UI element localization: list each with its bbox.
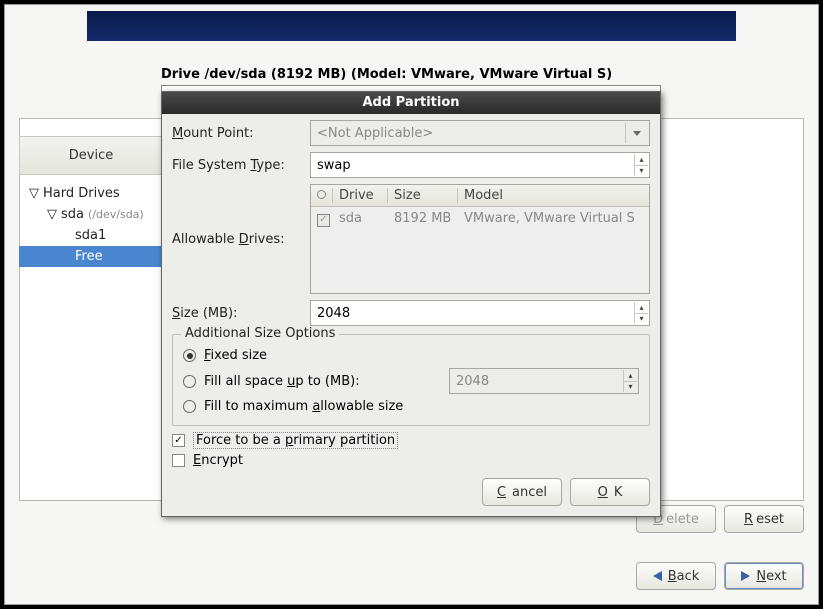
mount-point-combo: <Not Applicable> xyxy=(310,120,650,146)
fill-upto-input: 2048 ▴▾ xyxy=(449,368,639,394)
drives-col-drive[interactable]: Drive xyxy=(333,188,388,203)
checkbox-icon[interactable] xyxy=(172,454,185,467)
tree-sda1[interactable]: sda1 xyxy=(19,225,167,246)
radio-fill-upto[interactable]: Fill all space up to (MB): 2048 ▴▾ xyxy=(183,368,639,394)
fs-type-combo[interactable]: swap ▴▾ xyxy=(310,152,650,178)
panel-footer-buttons: Delete Reset xyxy=(636,505,804,533)
radio-icon[interactable] xyxy=(183,375,196,388)
arrow-left-icon xyxy=(653,571,662,581)
radio-fill-max[interactable]: Fill to maximum allowable size xyxy=(183,399,639,414)
installer-window: Drive /dev/sda (8192 MB) (Model: VMware,… xyxy=(4,4,819,605)
drives-col-model[interactable]: Model xyxy=(458,188,649,203)
arrow-right-icon xyxy=(741,571,750,581)
size-options-group: Additional Size Options Fixed size Fill … xyxy=(172,334,650,426)
tree-hard-drives[interactable]: ▽ Hard Drives xyxy=(19,183,167,204)
allowable-drives-label: Allowable Drives: xyxy=(172,232,302,247)
tree-twisty-icon[interactable]: ▽ xyxy=(29,186,39,201)
dialog-title: Add Partition xyxy=(162,92,660,114)
combo-updown-icon[interactable]: ▴▾ xyxy=(634,154,648,176)
cancel-button[interactable]: Cancel xyxy=(482,478,562,506)
device-column-header[interactable]: Device xyxy=(19,136,163,175)
tree-twisty-icon[interactable]: ▽ xyxy=(47,207,57,222)
allowable-drives-list[interactable]: Drive Size Model ✓ sda 8192 MB VMware, V… xyxy=(310,184,650,294)
radio-icon[interactable] xyxy=(183,400,196,413)
size-label: Size (MB): xyxy=(172,306,302,321)
next-button[interactable]: Next xyxy=(724,562,804,590)
ok-button[interactable]: OK xyxy=(570,478,650,506)
table-row[interactable]: ✓ sda 8192 MB VMware, VMware Virtual S xyxy=(311,207,649,231)
reset-button[interactable]: Reset xyxy=(724,505,804,533)
spinner-updown-icon[interactable]: ▴▾ xyxy=(634,302,648,324)
chevron-down-icon xyxy=(625,123,647,143)
size-input[interactable]: 2048 ▴▾ xyxy=(310,300,650,326)
drives-col-size[interactable]: Size xyxy=(388,188,458,203)
encrypt-checkbox[interactable]: Encrypt xyxy=(172,453,650,468)
wizard-nav: Back Next xyxy=(636,562,804,590)
drives-header-row: Drive Size Model xyxy=(311,185,649,207)
checkbox-icon[interactable]: ✓ xyxy=(172,434,185,447)
drive-checkbox: ✓ xyxy=(317,214,330,227)
spinner-updown-icon: ▴▾ xyxy=(623,370,637,392)
force-primary-checkbox[interactable]: ✓ Force to be a primary partition xyxy=(172,432,650,449)
radio-fixed-size[interactable]: Fixed size xyxy=(183,348,639,363)
drives-col-check[interactable] xyxy=(311,188,333,203)
tree-sda[interactable]: ▽ sda (/dev/sda) xyxy=(19,204,167,225)
back-button[interactable]: Back xyxy=(636,562,716,590)
drive-summary-label: Drive /dev/sda (8192 MB) (Model: VMware,… xyxy=(161,67,612,82)
fs-type-label: File System Type: xyxy=(172,158,302,173)
add-partition-dialog: Add Partition Mount Point: <Not Applicab… xyxy=(161,91,661,517)
radio-icon[interactable] xyxy=(183,349,196,362)
mount-point-label: Mount Point: xyxy=(172,126,302,141)
header-banner xyxy=(87,11,736,41)
tree-free[interactable]: Free xyxy=(19,246,167,267)
size-options-title: Additional Size Options xyxy=(181,326,339,341)
device-tree[interactable]: ▽ Hard Drives ▽ sda (/dev/sda) sda1 Free xyxy=(19,183,167,267)
